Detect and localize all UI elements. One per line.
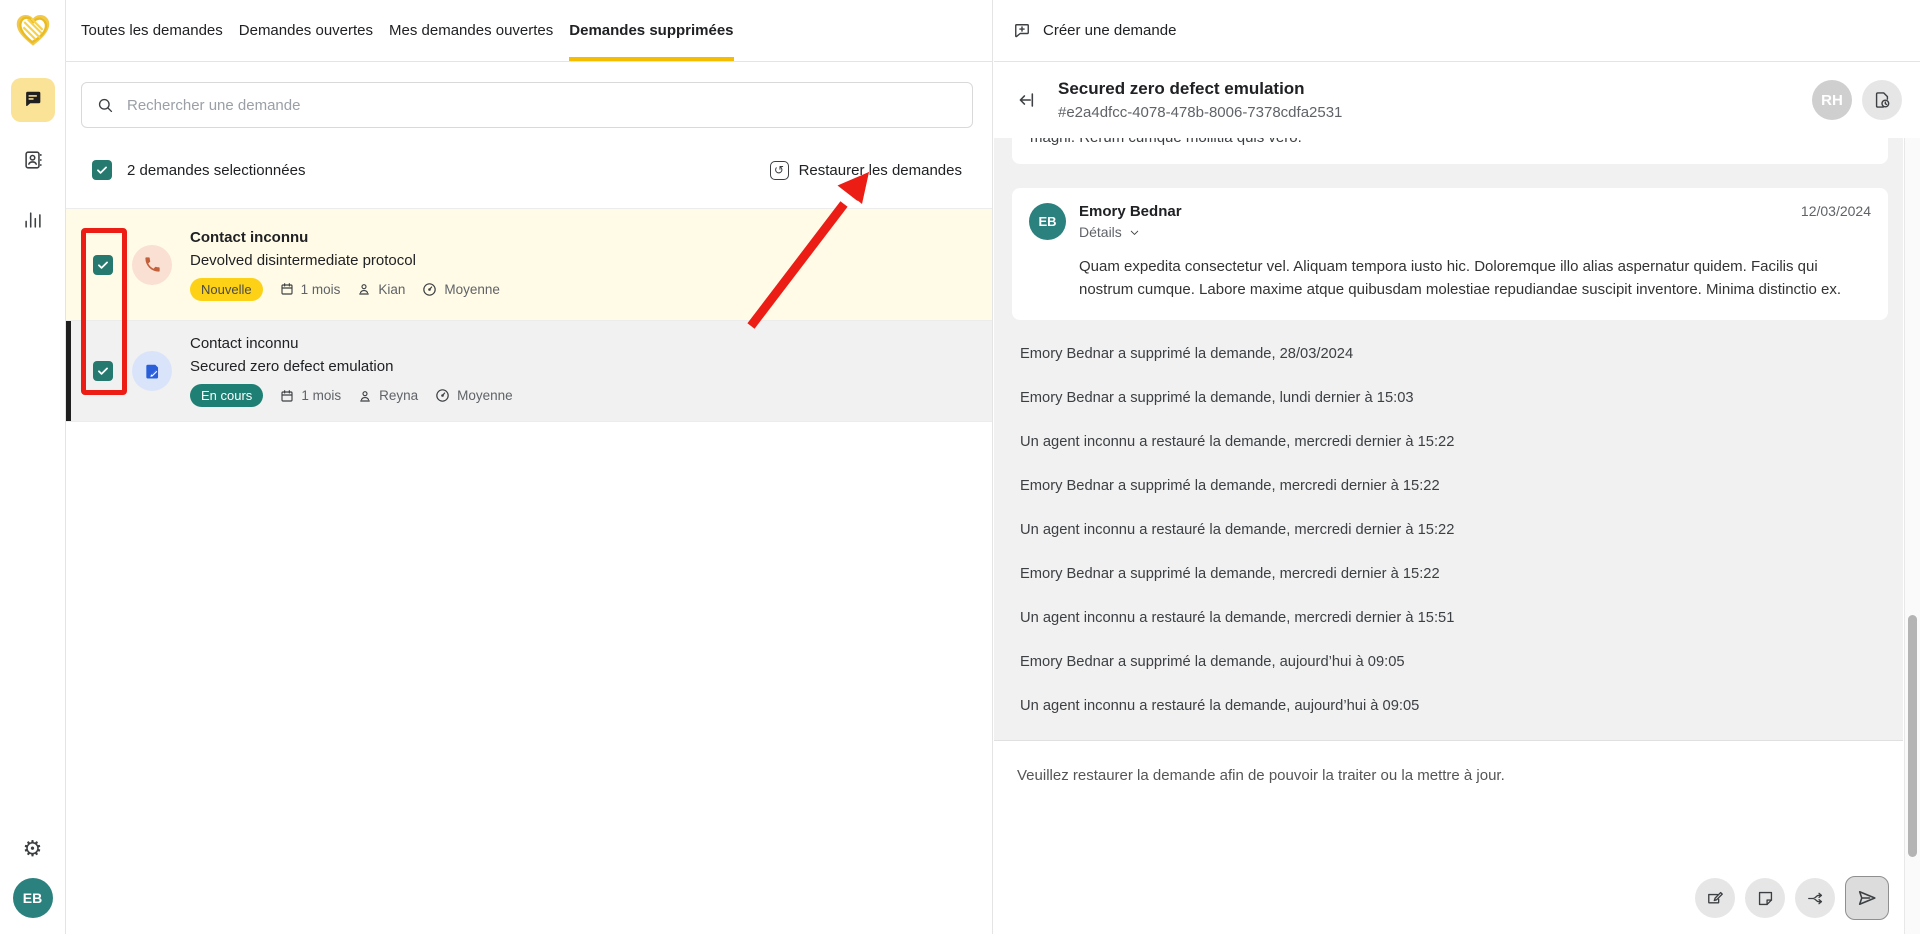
event-entry: Emory Bednar a supprimé la demande, 28/0… — [1020, 346, 1888, 362]
status-badge: En cours — [190, 384, 263, 407]
history-button[interactable] — [1862, 80, 1902, 120]
ticket-list-panel: Toutes les demandes Demandes ouvertes Me… — [66, 0, 993, 934]
rail-bottom: ⚙ EB — [13, 838, 53, 934]
clipped-message-card: magni. Rerum cumque mollitia quis vero. — [1012, 138, 1888, 164]
tab-bar: Toutes les demandes Demandes ouvertes Me… — [66, 0, 992, 62]
clipped-message-text: magni. Rerum cumque mollitia quis vero. — [1030, 138, 1870, 146]
ticket-meta: En cours 1 mois Reyna Moyenne — [190, 384, 513, 407]
event-log: Emory Bednar a supprimé la demande, 28/0… — [1020, 346, 1888, 714]
selection-bar: 2 demandes selectionnées ↺ Restaurer les… — [66, 145, 992, 195]
restore-notice: Veuillez restaurer la demande afin de po… — [1017, 767, 1903, 784]
ticket-assignee: Reyna — [357, 388, 418, 404]
composer-area: Veuillez restaurer la demande afin de po… — [994, 741, 1903, 934]
tab-open-requests[interactable]: Demandes ouvertes — [239, 0, 373, 61]
settings-gear-icon[interactable]: ⚙ — [23, 838, 43, 860]
selection-count-label: 2 demandes selectionnées — [127, 162, 305, 179]
restore-requests-button[interactable]: ↺ Restaurer les demandes — [770, 161, 962, 180]
send-paper-plane-icon — [1856, 887, 1878, 909]
user-avatar[interactable]: EB — [13, 878, 53, 918]
search-input[interactable] — [127, 97, 958, 114]
tab-my-open-requests[interactable]: Mes demandes ouvertes — [389, 0, 553, 61]
ticket-detail-panel: Créer une demande Secured zero defect em… — [994, 0, 1920, 934]
ticket-meta: Nouvelle 1 mois Kian Moyenne — [190, 278, 500, 301]
ticket-row[interactable]: Contact inconnu Secured zero defect emul… — [66, 321, 992, 422]
icon-rail: ⚙ EB — [0, 0, 66, 934]
chevron-down-icon — [1128, 226, 1141, 239]
send-button[interactable] — [1845, 876, 1889, 920]
search-icon — [96, 96, 115, 115]
compose-edit-icon — [1706, 889, 1725, 908]
message-body: Quam expedita consectetur vel. Aliquam t… — [1079, 255, 1869, 302]
note-button[interactable] — [1745, 878, 1785, 918]
composer-actions — [1695, 876, 1889, 920]
rail-nav — [11, 78, 55, 242]
ticket-assignee: Kian — [356, 281, 405, 297]
message-date: 12/03/2024 — [1801, 203, 1871, 240]
ticket-priority: Moyenne — [434, 387, 513, 404]
event-entry: Un agent inconnu a restauré la demande, … — [1020, 698, 1888, 714]
ticket-checkbox[interactable] — [93, 361, 113, 381]
ticket-content: Contact inconnu Devolved disintermediate… — [190, 215, 500, 315]
ticket-age: 1 mois — [279, 388, 341, 404]
detail-titles: Secured zero defect emulation #e2a4dfcc-… — [1058, 79, 1342, 121]
back-arrow-icon[interactable] — [1012, 85, 1042, 115]
event-entry: Emory Bednar a supprimé la demande, merc… — [1020, 478, 1888, 494]
message-header: EB Emory Bednar Détails 12/03/2024 — [1029, 203, 1871, 240]
event-entry: Emory Bednar a supprimé la demande, merc… — [1020, 566, 1888, 582]
form-channel-icon — [132, 351, 172, 391]
split-arrows-icon — [1806, 889, 1825, 908]
phone-channel-icon — [132, 245, 172, 285]
ticket-subject: Devolved disintermediate protocol — [190, 252, 500, 269]
scrollbar-track[interactable] — [1904, 62, 1920, 934]
restore-trash-icon: ↺ — [770, 161, 789, 180]
detail-header-right: RH — [1812, 80, 1902, 120]
event-entry: Emory Bednar a supprimé la demande, lund… — [1020, 390, 1888, 406]
message-details-toggle[interactable]: Détails — [1079, 224, 1182, 240]
tab-deleted-requests[interactable]: Demandes supprimées — [569, 0, 733, 61]
message-card: EB Emory Bednar Détails 12/03/2024 Quam … — [1012, 188, 1888, 320]
ticket-content: Contact inconnu Secured zero defect emul… — [190, 321, 513, 421]
event-entry: Un agent inconnu a restauré la demande, … — [1020, 434, 1888, 450]
ticket-title: Secured zero defect emulation — [1058, 79, 1342, 99]
note-icon — [1756, 889, 1775, 908]
ticket-contact: Contact inconnu — [190, 229, 500, 246]
event-entry: Un agent inconnu a restauré la demande, … — [1020, 610, 1888, 626]
nav-conversations-icon[interactable] — [11, 78, 55, 122]
nav-contacts-icon[interactable] — [11, 138, 55, 182]
search-box[interactable] — [81, 82, 973, 128]
ticket-contact: Contact inconnu — [190, 335, 513, 352]
scrollbar-thumb[interactable] — [1908, 615, 1917, 857]
message-author: Emory Bednar — [1079, 203, 1182, 220]
event-entry: Un agent inconnu a restauré la demande, … — [1020, 522, 1888, 538]
compose-button[interactable] — [1695, 878, 1735, 918]
file-clock-icon — [1872, 90, 1892, 110]
ticket-priority: Moyenne — [421, 281, 500, 298]
sender-avatar: EB — [1029, 203, 1066, 240]
event-entry: Emory Bednar a supprimé la demande, aujo… — [1020, 654, 1888, 670]
detail-header: Secured zero defect emulation #e2a4dfcc-… — [994, 62, 1920, 138]
select-all-checkbox[interactable] — [92, 160, 112, 180]
ticket-age: 1 mois — [279, 281, 341, 297]
tab-all-requests[interactable]: Toutes les demandes — [81, 0, 223, 61]
message-author-block: Emory Bednar Détails — [1079, 203, 1182, 240]
conversation-area: magni. Rerum cumque mollitia quis vero. … — [994, 138, 1903, 741]
nav-reports-icon[interactable] — [11, 198, 55, 242]
app-logo-heart-icon — [10, 8, 56, 50]
detail-topbar: Créer une demande — [994, 0, 1920, 62]
share-split-button[interactable] — [1795, 878, 1835, 918]
ticket-rows: Contact inconnu Devolved disintermediate… — [66, 208, 992, 422]
app: ⚙ EB Toutes les demandes Demandes ouvert… — [0, 0, 1920, 934]
ticket-checkbox[interactable] — [93, 255, 113, 275]
agent-avatar[interactable]: RH — [1812, 80, 1852, 120]
ticket-row[interactable]: Contact inconnu Devolved disintermediate… — [66, 209, 992, 321]
ticket-id: #e2a4dfcc-4078-478b-8006-7378cdfa2531 — [1058, 104, 1342, 121]
status-badge: Nouvelle — [190, 278, 263, 301]
message-plus-icon — [1012, 21, 1032, 41]
ticket-subject: Secured zero defect emulation — [190, 358, 513, 375]
create-request-button[interactable]: Créer une demande — [1012, 21, 1176, 41]
